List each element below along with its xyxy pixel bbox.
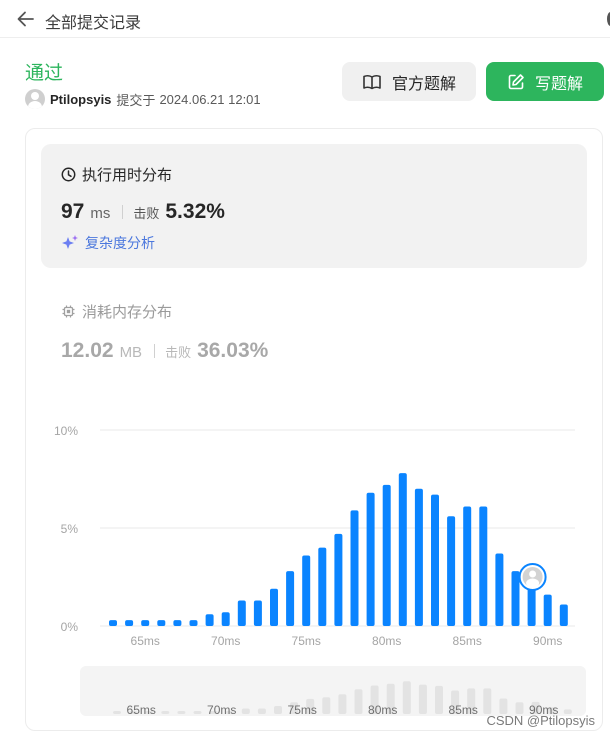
runtime-title-label: 执行用时分布 xyxy=(82,167,173,184)
runtime-panel[interactable]: 执行用时分布 97 ms 击败 5.32% 复杂度分析 xyxy=(41,144,587,268)
runtime-beat-label: 击败 xyxy=(133,206,160,221)
complexity-analysis-label: 复杂度分析 xyxy=(85,235,155,251)
divider xyxy=(122,205,124,219)
official-solution-label: 官方题解 xyxy=(391,75,456,93)
submitted-label: 提交于 xyxy=(116,92,156,108)
book-icon xyxy=(363,74,381,89)
memory-beat-value: 36.03% xyxy=(197,339,269,362)
edit-icon xyxy=(508,73,524,89)
memory-panel[interactable]: 消耗内存分布 12.02 MB 击败 36.03% xyxy=(61,301,268,362)
runtime-metrics: 97 ms 击败 5.32% xyxy=(61,200,225,224)
username[interactable]: Ptilopsyis xyxy=(50,92,111,107)
status-accepted: 通过 xyxy=(25,63,64,84)
avatar[interactable] xyxy=(25,89,45,109)
memory-unit: MB xyxy=(119,344,143,361)
submit-timestamp: 2024.06.21 12:01 xyxy=(159,91,261,107)
top-bar: 全部提交记录 xyxy=(0,0,610,38)
memory-beat-label: 击败 xyxy=(165,345,192,360)
clock-icon xyxy=(61,167,76,182)
memory-title: 消耗内存分布 xyxy=(61,301,172,322)
official-solution-button[interactable]: 官方题解 xyxy=(342,62,476,101)
chip-icon xyxy=(62,305,75,318)
memory-title-label: 消耗内存分布 xyxy=(82,304,173,321)
back-arrow-icon[interactable] xyxy=(14,9,36,29)
complexity-analysis-link[interactable]: 复杂度分析 xyxy=(61,233,155,253)
page-title: 全部提交记录 xyxy=(45,15,142,32)
runtime-value: 97 xyxy=(61,200,85,223)
memory-value: 12.02 xyxy=(61,339,114,362)
result-card: 执行用时分布 97 ms 击败 5.32% 复杂度分析 消耗内存分布 12.02… xyxy=(25,128,603,731)
runtime-beat-value: 5.32% xyxy=(165,200,225,223)
memory-metrics: 12.02 MB 击败 36.03% xyxy=(61,339,268,363)
divider xyxy=(154,344,156,358)
write-solution-label: 写题解 xyxy=(534,75,583,93)
submitter-info: Ptilopsyis 提交于 2024.06.21 12:01 xyxy=(25,89,261,109)
write-solution-button[interactable]: 写题解 xyxy=(486,62,604,101)
sparkle-icon xyxy=(62,235,78,249)
runtime-unit: ms xyxy=(90,205,111,222)
runtime-title: 执行用时分布 xyxy=(61,164,172,185)
watermark: CSDN @Ptilopsyis xyxy=(486,713,595,728)
